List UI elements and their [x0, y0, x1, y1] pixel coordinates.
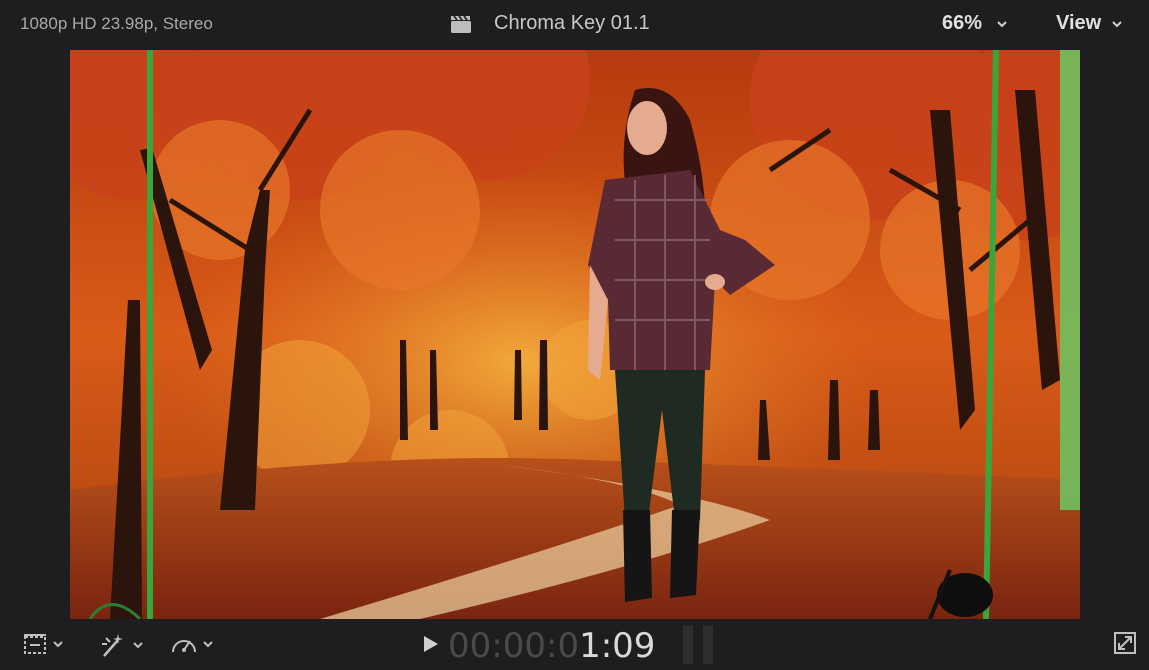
fullscreen-icon[interactable]	[1114, 632, 1136, 654]
zoom-menu[interactable]: 66%	[942, 12, 1008, 35]
speedometer-icon	[172, 640, 196, 653]
clapperboard-icon	[450, 14, 472, 34]
zoom-value: 66%	[942, 12, 983, 34]
format-info: 1080p HD 23.98p, Stereo	[20, 14, 213, 33]
audio-meters	[683, 626, 715, 664]
retime-menu[interactable]	[170, 632, 214, 656]
audio-meter-right	[703, 626, 713, 664]
transform-tool-icon	[24, 634, 46, 654]
view-label: View	[1056, 12, 1102, 34]
chevron-down-icon	[997, 20, 1007, 27]
magic-wand-icon	[102, 634, 123, 657]
transform-tool-menu[interactable]	[22, 632, 64, 656]
project-title: Chroma Key 01.1	[494, 12, 650, 34]
viewer-footer: 00:00:01:09	[0, 620, 1149, 670]
play-icon[interactable]	[420, 634, 440, 654]
chevron-down-icon	[53, 641, 63, 648]
project-title-group: Chroma Key 01.1	[450, 12, 650, 35]
viewer-header: 1080p HD 23.98p, Stereo Chroma Key 01.1 …	[0, 0, 1149, 50]
audio-meter-left	[683, 626, 693, 664]
enhance-menu[interactable]	[100, 632, 144, 658]
timecode-dim: 00:00:0	[448, 626, 580, 666]
chevron-down-icon	[1112, 20, 1122, 27]
chevron-down-icon	[203, 641, 213, 648]
chevron-down-icon	[133, 642, 143, 649]
view-menu[interactable]: View	[1056, 12, 1123, 35]
timecode-bright: 1:09	[579, 626, 656, 666]
preview-frame	[70, 50, 1080, 619]
video-preview[interactable]	[70, 50, 1080, 619]
timecode-display[interactable]: 00:00:01:09	[448, 626, 655, 666]
